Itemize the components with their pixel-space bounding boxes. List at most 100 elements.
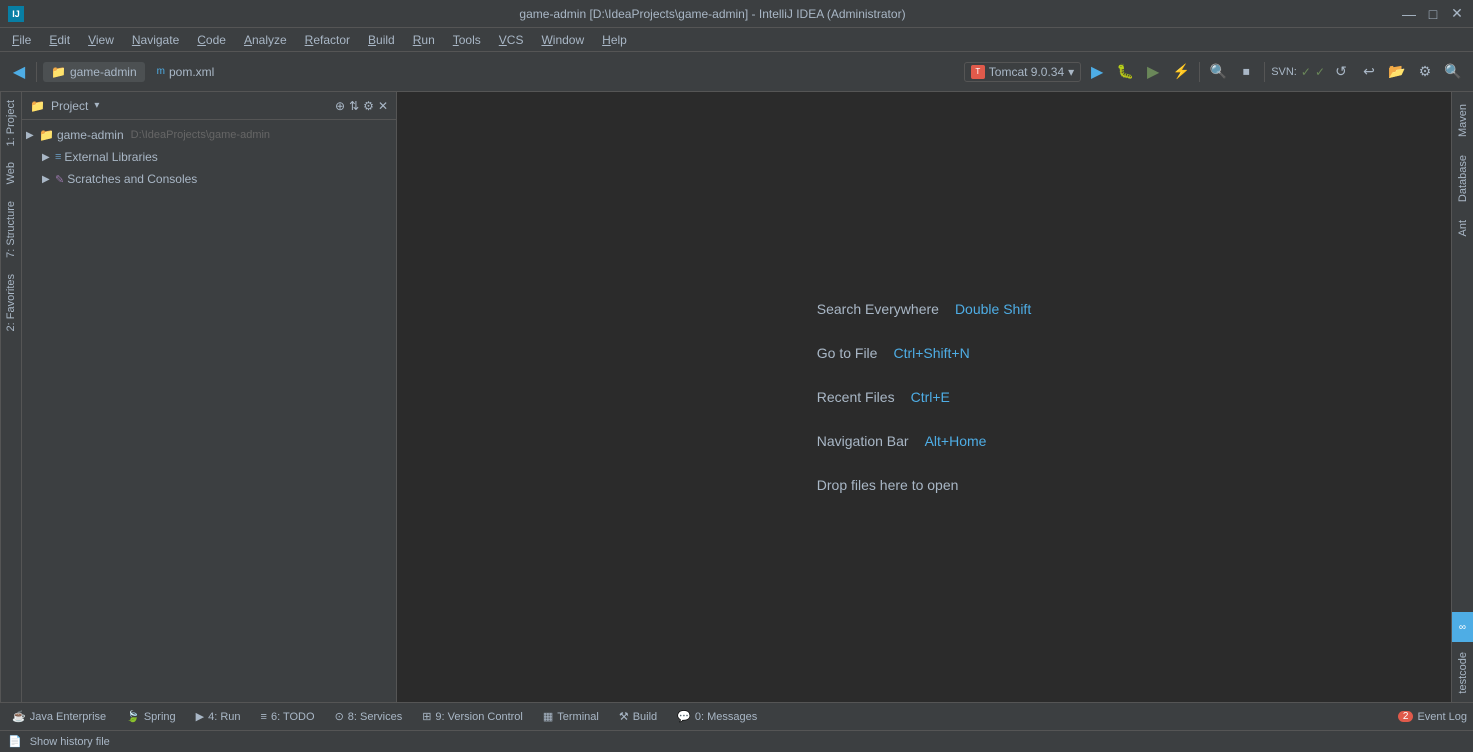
- menu-window[interactable]: Window: [533, 31, 592, 49]
- title-bar-right: — □ ✕: [1401, 6, 1465, 22]
- history-text[interactable]: Show history file: [30, 736, 110, 748]
- pom-tab-label: pom.xml: [169, 65, 214, 79]
- goto-file-shortcut: Ctrl+Shift+N: [893, 345, 969, 361]
- tab-java-enterprise-label: Java Enterprise: [30, 711, 106, 723]
- sidebar-item-web[interactable]: Web: [2, 154, 20, 192]
- project-tab-label: game-admin: [70, 65, 137, 79]
- tab-spring-label: Spring: [144, 711, 176, 723]
- tomcat-selector[interactable]: T Tomcat 9.0.34 ▾: [964, 62, 1081, 82]
- project-title-arrow[interactable]: ▾: [94, 100, 99, 111]
- menu-edit[interactable]: Edit: [41, 31, 78, 49]
- event-log-button[interactable]: 2 Event Log: [1398, 711, 1467, 723]
- project-header-right: ⊕ ⇅ ⚙ ✕: [335, 99, 388, 113]
- tab-java-enterprise[interactable]: ☕ Java Enterprise: [6, 708, 112, 725]
- close-panel-icon[interactable]: ✕: [378, 99, 388, 113]
- app-icon: IJ: [8, 6, 24, 22]
- menu-run[interactable]: Run: [405, 31, 443, 49]
- tab-spring[interactable]: 🍃 Spring: [120, 708, 182, 725]
- goto-file-row: Go to File Ctrl+Shift+N: [817, 345, 1031, 361]
- navigation-bar-shortcut: Alt+Home: [925, 433, 987, 449]
- close-button[interactable]: ✕: [1449, 6, 1465, 22]
- maven-panel-tab[interactable]: Maven: [1454, 96, 1472, 145]
- file-manager-btn[interactable]: 📂: [1385, 60, 1409, 84]
- stop-button[interactable]: ⏹: [1234, 60, 1258, 84]
- tomcat-label: Tomcat 9.0.34: [989, 65, 1064, 79]
- drop-files-row: Drop files here to open: [817, 477, 1031, 493]
- project-tab[interactable]: 📁 game-admin: [43, 62, 145, 82]
- database-panel-tab[interactable]: Database: [1454, 147, 1472, 210]
- tab-messages[interactable]: 💬 0: Messages: [671, 708, 763, 725]
- history-icon: 📄: [8, 735, 22, 748]
- debug-button[interactable]: 🐛: [1113, 60, 1137, 84]
- search-everywhere-btn[interactable]: 🔍: [1206, 60, 1230, 84]
- terminal-icon: ▦: [543, 710, 553, 723]
- menu-analyze[interactable]: Analyze: [236, 31, 295, 49]
- testcode-panel-tab[interactable]: testcode: [1454, 644, 1472, 702]
- toolbar: ◀ 📁 game-admin m pom.xml T Tomcat 9.0.34…: [0, 52, 1473, 92]
- profile-button[interactable]: ⚡: [1169, 60, 1193, 84]
- menu-refactor[interactable]: Refactor: [297, 31, 358, 49]
- menu-code[interactable]: Code: [189, 31, 234, 49]
- maximize-button[interactable]: □: [1425, 6, 1441, 22]
- drop-files-text: Drop files here to open: [817, 477, 959, 493]
- menu-tools[interactable]: Tools: [445, 31, 489, 49]
- settings-icon[interactable]: ⚙: [363, 99, 374, 113]
- back-button[interactable]: ◀: [8, 61, 30, 83]
- codetime-button[interactable]: ∞: [1452, 612, 1473, 642]
- search-everywhere-shortcut: Double Shift: [955, 301, 1031, 317]
- svn-refresh-btn[interactable]: ↺: [1329, 60, 1353, 84]
- ant-panel-tab[interactable]: Ant: [1454, 212, 1472, 245]
- collapse-icon[interactable]: ⇅: [349, 99, 359, 113]
- tab-todo[interactable]: ≡ 6: TODO: [255, 709, 321, 725]
- menu-vcs[interactable]: VCS: [491, 31, 532, 49]
- locate-icon[interactable]: ⊕: [335, 99, 345, 113]
- project-folder-icon: 📁: [51, 65, 66, 79]
- project-panel-header: 📁 Project ▾ ⊕ ⇅ ⚙ ✕: [22, 92, 396, 120]
- scratches-label: Scratches and Consoles: [67, 172, 197, 186]
- toolbar-separator-3: [1264, 62, 1265, 82]
- sidebar-item-project[interactable]: 1: Project: [2, 92, 20, 154]
- tomcat-icon: T: [971, 65, 985, 79]
- svn-label: SVN:: [1271, 66, 1297, 78]
- run-button[interactable]: ▶: [1085, 60, 1109, 84]
- ext-lib-arrow-icon: ▶: [42, 152, 52, 163]
- menu-view[interactable]: View: [80, 31, 122, 49]
- tomcat-dropdown-icon: ▾: [1068, 65, 1074, 79]
- build-icon: ⚒: [619, 710, 629, 723]
- tab-terminal-label: Terminal: [557, 711, 599, 723]
- minimize-button[interactable]: —: [1401, 6, 1417, 22]
- welcome-content: Search Everywhere Double Shift Go to Fil…: [817, 301, 1031, 493]
- tab-build[interactable]: ⚒ Build: [613, 708, 663, 725]
- settings-btn[interactable]: ⚙: [1413, 60, 1437, 84]
- tree-scratches-item[interactable]: ▶ ✎ Scratches and Consoles: [22, 168, 396, 190]
- root-path: D:\IdeaProjects\game-admin: [131, 129, 270, 141]
- search-btn[interactable]: 🔍: [1441, 60, 1465, 84]
- tab-services-label: 8: Services: [348, 711, 402, 723]
- menu-build[interactable]: Build: [360, 31, 403, 49]
- tab-run[interactable]: ▶ 4: Run: [190, 708, 247, 725]
- coverage-button[interactable]: ▶: [1141, 60, 1165, 84]
- project-header-left: 📁 Project ▾: [30, 99, 99, 113]
- tab-version-control[interactable]: ⊞ 9: Version Control: [416, 708, 529, 725]
- pom-tab[interactable]: m pom.xml: [149, 62, 223, 82]
- menu-file[interactable]: File: [4, 31, 39, 49]
- menu-help[interactable]: Help: [594, 31, 635, 49]
- ext-lib-icon: ≡: [55, 151, 61, 163]
- sidebar-item-structure[interactable]: 7: Structure: [2, 193, 20, 266]
- svn-revert-btn[interactable]: ↩: [1357, 60, 1381, 84]
- tab-services[interactable]: ⊙ 8: Services: [329, 708, 409, 725]
- tab-vcs-label: 9: Version Control: [435, 711, 522, 723]
- menu-navigate[interactable]: Navigate: [124, 31, 187, 49]
- tab-terminal[interactable]: ▦ Terminal: [537, 708, 605, 725]
- messages-icon: 💬: [677, 710, 691, 723]
- right-side-panel: Maven Database Ant ∞ testcode: [1451, 92, 1473, 702]
- search-everywhere-label: Search Everywhere: [817, 301, 939, 317]
- sidebar-item-favorites[interactable]: 2: Favorites: [2, 266, 20, 339]
- goto-file-label: Go to File: [817, 345, 878, 361]
- tree-external-libraries-item[interactable]: ▶ ≡ External Libraries: [22, 146, 396, 168]
- ext-lib-label: External Libraries: [64, 150, 157, 164]
- tree-root-item[interactable]: ▶ 📁 game-admin D:\IdeaProjects\game-admi…: [22, 124, 396, 146]
- root-arrow-icon: ▶: [26, 130, 36, 141]
- project-panel: 📁 Project ▾ ⊕ ⇅ ⚙ ✕ ▶ 📁 game-admin D:\Id…: [22, 92, 397, 702]
- svn-check2-icon: ✓: [1315, 65, 1325, 79]
